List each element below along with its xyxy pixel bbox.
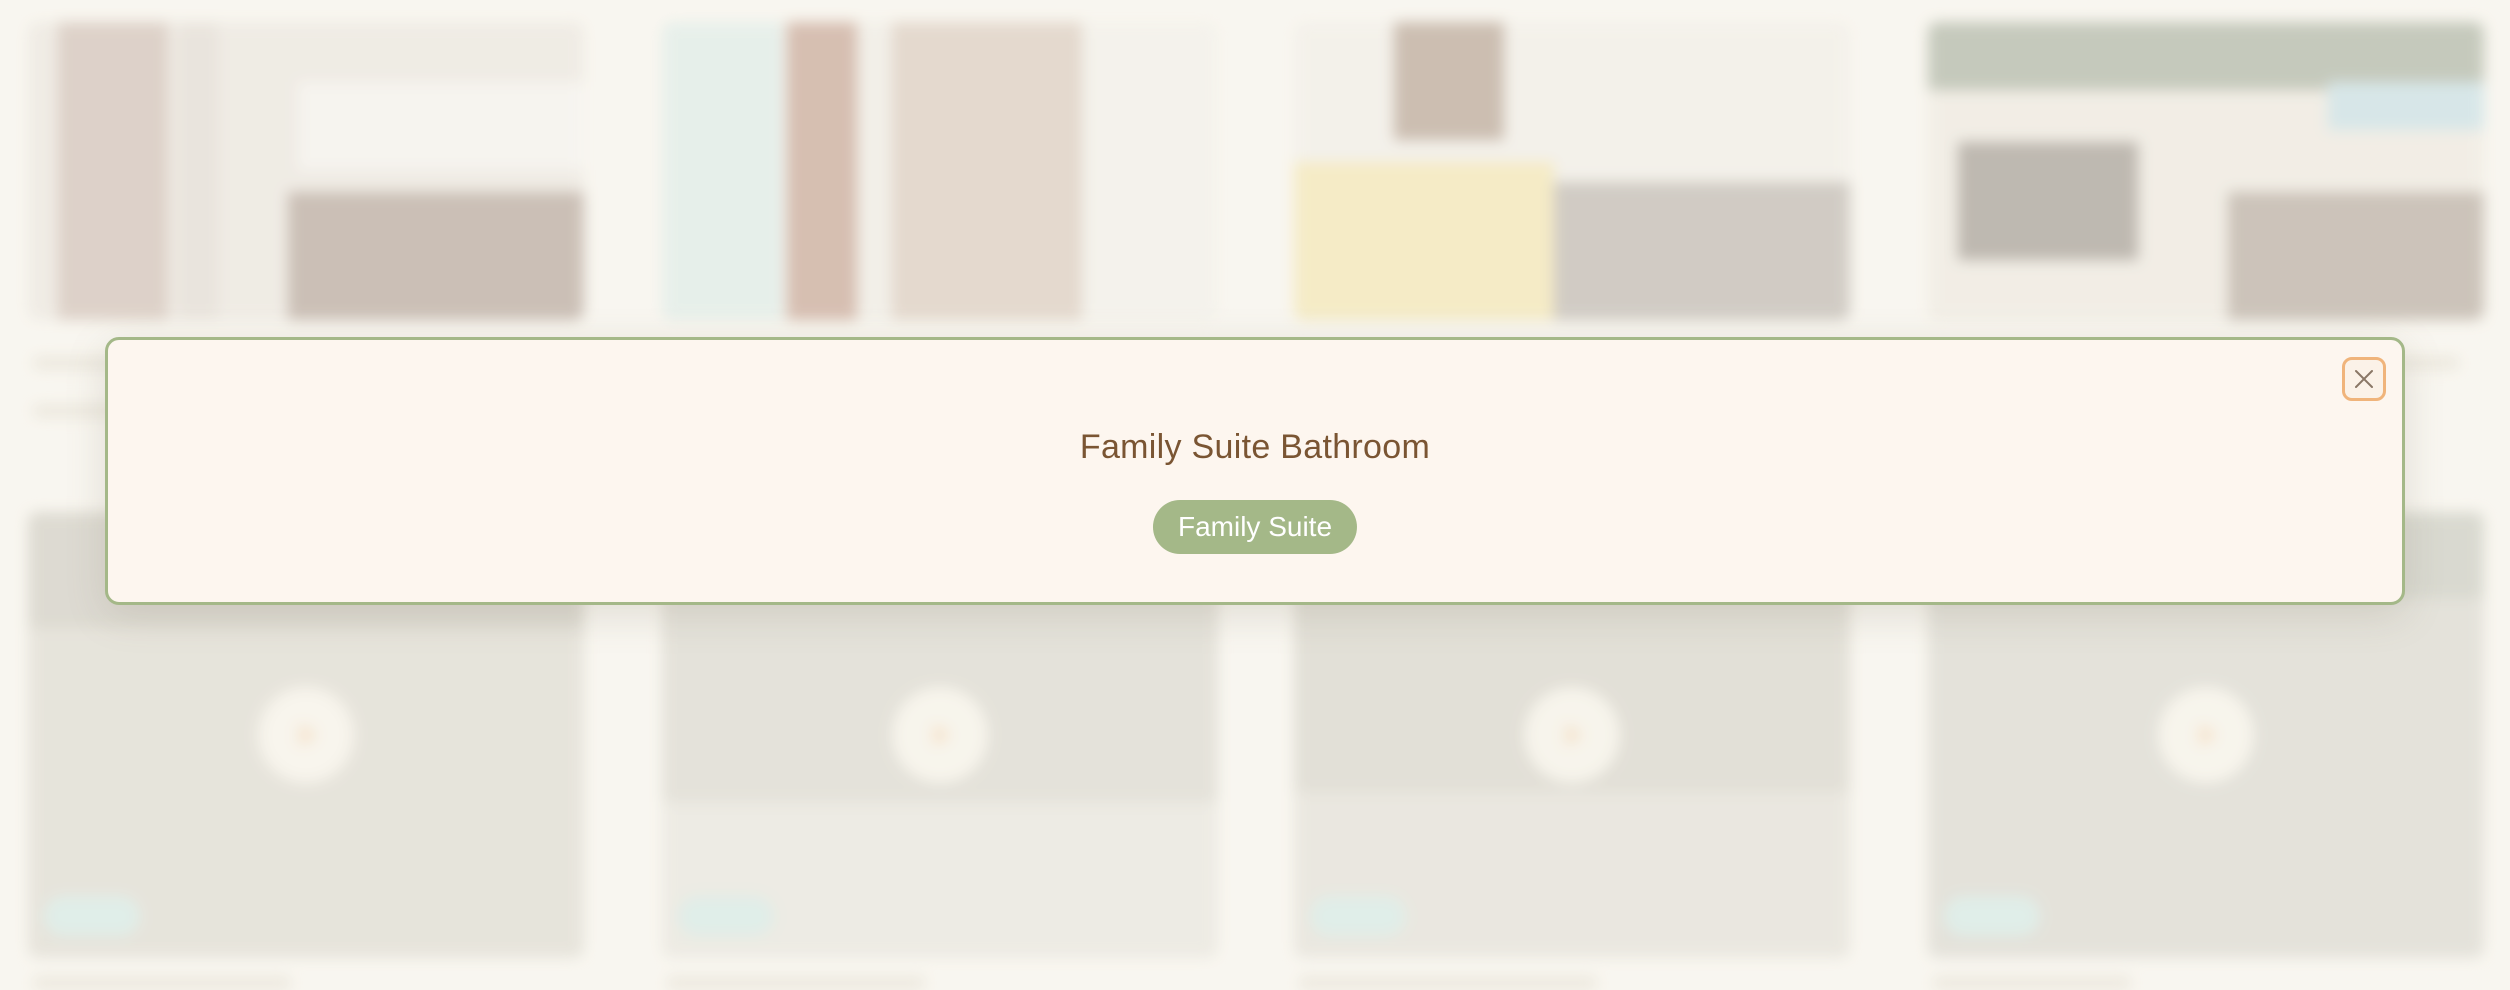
media-details-dialog: Family Suite Bathroom Family Suite — [105, 337, 2405, 605]
close-button[interactable] — [2342, 357, 2386, 401]
dialog-title: Family Suite Bathroom — [1079, 428, 1431, 466]
category-chip: Family Suite — [1152, 500, 1358, 554]
close-icon — [2355, 370, 2373, 388]
